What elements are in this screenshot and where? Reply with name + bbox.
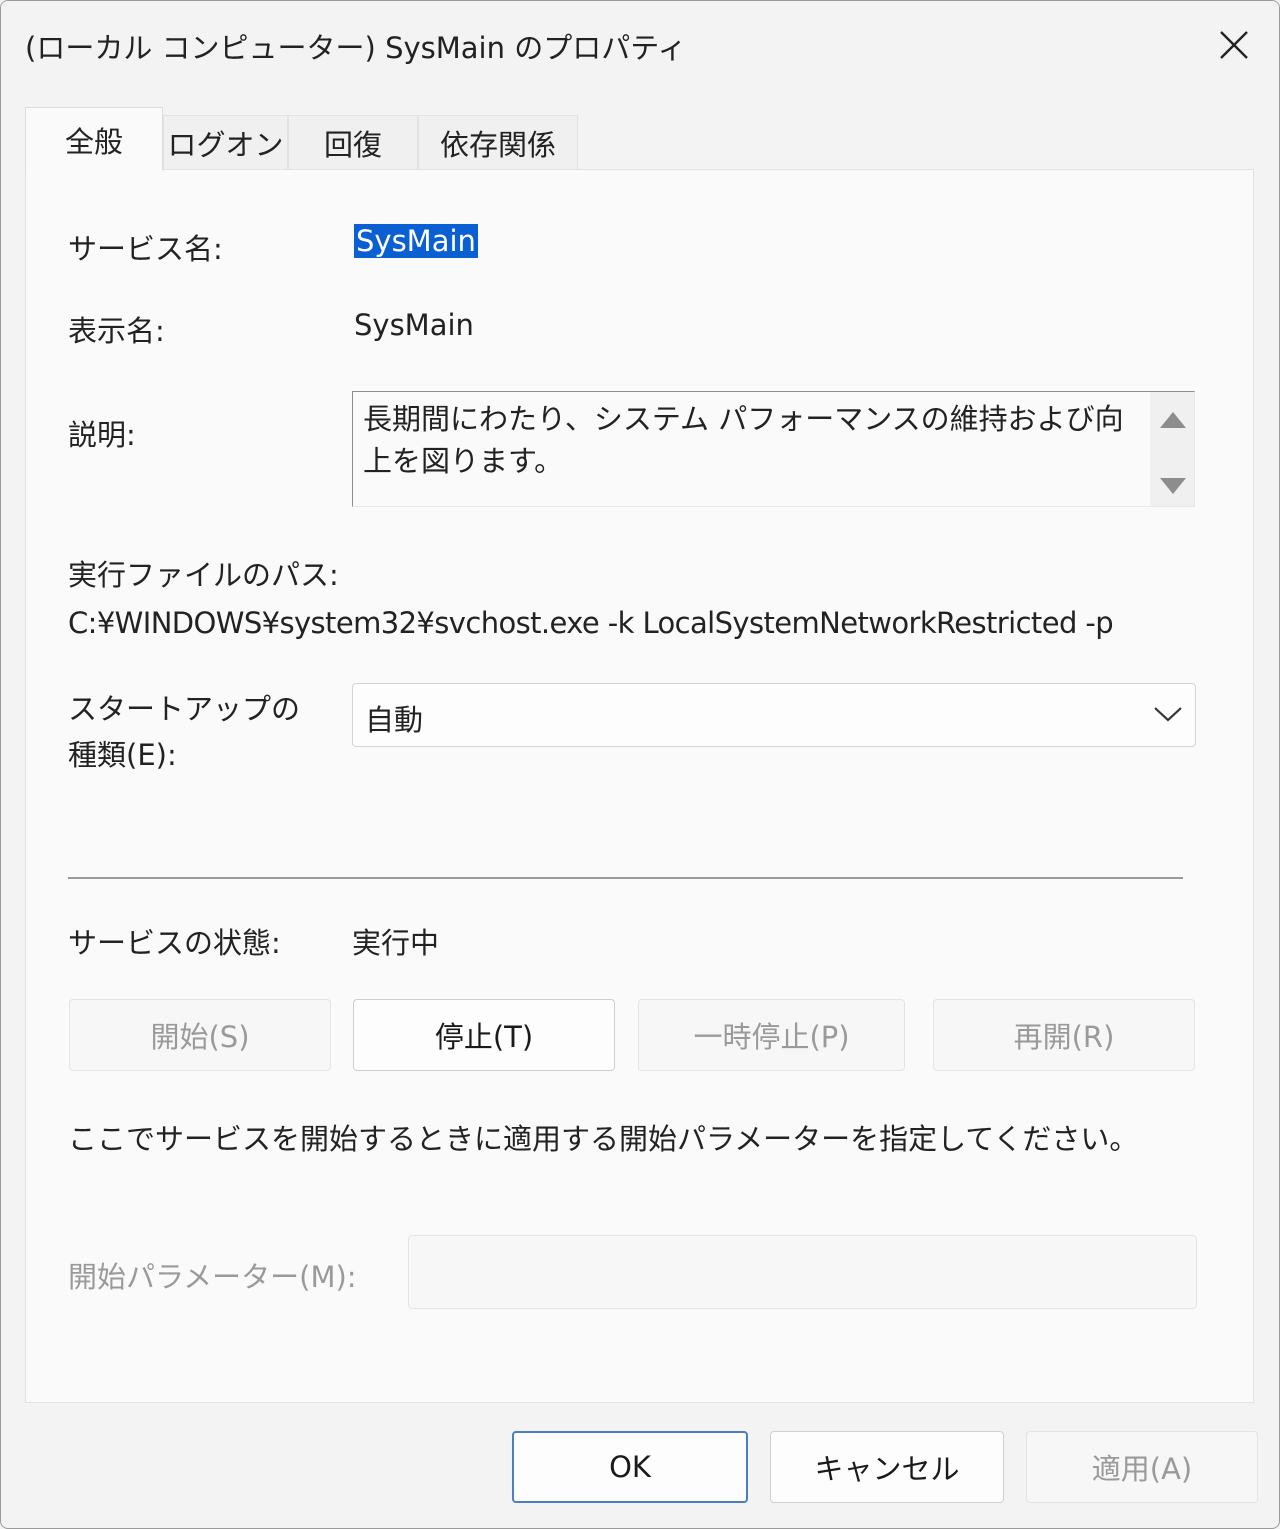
display-name-label: 表示名: [68,314,165,348]
startup-type-selected: 自動 [365,703,424,737]
ok-button[interactable]: OK [512,1431,748,1503]
description-label: 説明: [68,418,136,452]
description-scrollbar[interactable] [1150,392,1194,506]
startup-type-dropdown[interactable]: 自動 [352,683,1196,747]
tab-general[interactable]: 全般 [25,107,163,171]
path-label: 実行ファイルのパス: [68,558,339,592]
stop-button[interactable]: 停止(T) [353,999,615,1071]
tab-logon[interactable]: ログオン [163,115,288,169]
close-button[interactable] [1189,1,1279,89]
service-status-value: 実行中 [352,926,440,960]
tab-recovery[interactable]: 回復 [288,115,418,169]
display-name-value: SysMain [354,308,474,342]
close-icon [1220,31,1248,59]
service-name-selected-text[interactable]: SysMain [354,224,478,258]
service-status-label: サービスの状態: [68,926,281,960]
apply-button: 適用(A) [1026,1431,1258,1503]
service-name-value[interactable]: SysMain [354,224,478,258]
resume-button: 再開(R) [933,999,1195,1071]
window-title: (ローカル コンピューター) SysMain のプロパティ [25,31,687,65]
section-divider [68,877,1183,879]
start-button: 開始(S) [69,999,331,1071]
tab-dependencies[interactable]: 依存関係 [418,115,578,169]
properties-dialog: (ローカル コンピューター) SysMain のプロパティ 全般 ログオン 回復… [0,0,1280,1529]
startup-type-label-line1: スタートアップの [68,692,301,726]
startup-type-label-line2: 種類(E): [68,738,177,772]
chevron-down-icon [1154,707,1182,722]
service-name-label: サービス名: [68,232,223,266]
path-value: C:¥WINDOWS¥system32¥svchost.exe -k Local… [68,606,1114,640]
description-field[interactable]: 長期間にわたり、システム パフォーマンスの維持および向上を図ります。 [352,391,1195,507]
cancel-button[interactable]: キャンセル [770,1431,1004,1503]
scroll-up-icon[interactable] [1160,412,1186,428]
start-params-input [408,1235,1197,1309]
start-params-label: 開始パラメーター(M): [68,1260,357,1294]
scroll-down-icon[interactable] [1160,478,1186,494]
start-params-hint: ここでサービスを開始するときに適用する開始パラメーターを指定してください。 [68,1122,1139,1156]
general-panel: サービス名: SysMain 表示名: SysMain 説明: 長期間にわたり、… [25,169,1254,1403]
title-bar: (ローカル コンピューター) SysMain のプロパティ [1,1,1279,89]
pause-button: 一時停止(P) [638,999,905,1071]
description-text: 長期間にわたり、システム パフォーマンスの維持および向上を図ります。 [363,402,1124,478]
